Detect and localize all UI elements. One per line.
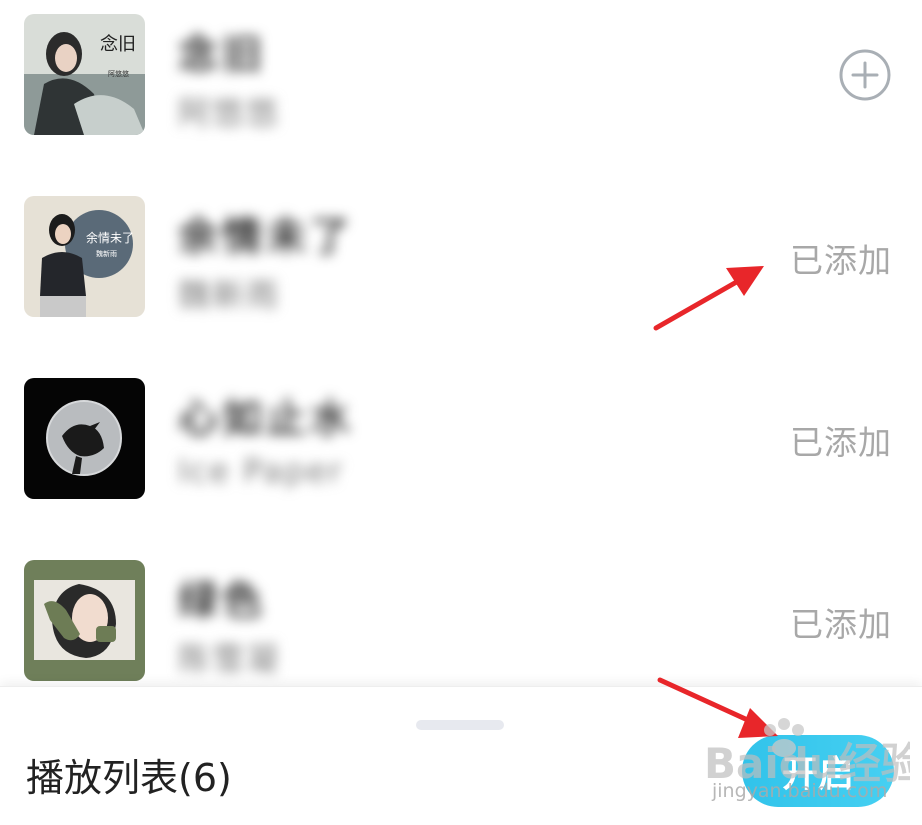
- add-to-playlist-button[interactable]: [838, 48, 892, 102]
- song-row[interactable]: 余情未了 魏新雨 余情未了 魏新雨 已添加: [0, 182, 922, 364]
- playlist-title[interactable]: 播放列表(6): [26, 747, 232, 802]
- song-artist: 陈雪凝: [178, 640, 281, 678]
- song-artist: Ice Paper: [178, 452, 344, 490]
- cover-artist-text: 阿悠悠: [108, 69, 129, 78]
- album-cover: 念旧 阿悠悠: [24, 14, 145, 135]
- album-cover: 余情未了 魏新雨: [24, 196, 145, 317]
- album-cover-art: 念旧 阿悠悠: [24, 14, 145, 135]
- added-status-label: 已添加: [790, 423, 892, 462]
- song-list[interactable]: 念旧 阿悠悠 念旧 阿悠悠 余情未了 魏新雨 余情未了 魏新雨 已添加 心如止水…: [0, 0, 922, 690]
- song-title: 绿色: [178, 578, 266, 624]
- song-title: 余情未了: [178, 214, 354, 260]
- watermark-url: jingyan.baidu.com: [712, 780, 888, 802]
- added-status-label: 已添加: [790, 241, 892, 280]
- cover-title-text: 念旧: [100, 33, 136, 55]
- song-row[interactable]: 心如止水 Ice Paper 已添加: [0, 364, 922, 546]
- album-cover: [24, 560, 145, 681]
- song-artist: 魏新雨: [178, 276, 281, 314]
- song-row[interactable]: 绿色 陈雪凝 已添加: [0, 546, 922, 690]
- added-status-label: 已添加: [790, 605, 892, 644]
- song-title: 念旧: [178, 32, 266, 78]
- cover-title-text: 余情未了: [86, 230, 134, 245]
- album-cover: [24, 378, 145, 499]
- drag-handle[interactable]: [416, 720, 504, 730]
- album-cover-art: 余情未了 魏新雨: [24, 196, 145, 317]
- plus-circle-icon: [839, 49, 891, 101]
- playlist-bottom-bar: 播放列表(6) 开启: [0, 686, 922, 825]
- song-artist: 阿悠悠: [178, 94, 281, 132]
- album-cover-art: [24, 378, 145, 499]
- album-cover-art: [24, 560, 145, 681]
- song-title: 心如止水: [178, 396, 354, 442]
- song-row[interactable]: 念旧 阿悠悠 念旧 阿悠悠: [0, 0, 922, 182]
- cover-artist-text: 魏新雨: [96, 249, 117, 258]
